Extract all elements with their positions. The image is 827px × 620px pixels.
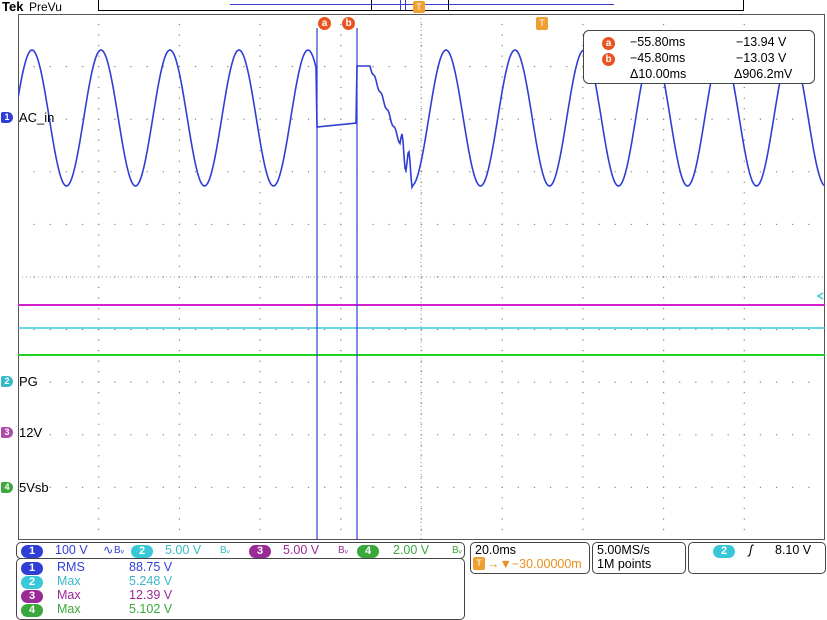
ch2-scale-chip[interactable]: 2 (131, 545, 153, 558)
cursor-a-time: −55.80ms (630, 35, 686, 49)
ch3-marker-icon[interactable]: 3 (1, 427, 13, 438)
measurements-panel[interactable]: 1 RMS 88.75 V 2 Max 5.248 V 3 Max 12.39 … (16, 558, 465, 620)
meas2-name: Max (57, 574, 81, 588)
trigger-level: 8.10 V (775, 543, 812, 557)
readout-cursor-b-badge: b (602, 53, 615, 66)
ch1-scale-value: 100 V (55, 543, 88, 557)
ch1-scale-chip[interactable]: 1 (21, 545, 43, 558)
ch1-coupling-icon: ∿ (103, 543, 114, 557)
record-cursor-b (405, 0, 406, 10)
meas4-value: 5.102 V (129, 602, 173, 616)
record-trigger-icon: T (413, 1, 425, 13)
top-bar: Tek PreVu T (0, 0, 827, 14)
ch1-bw-limit-icon: Bᵥ (114, 545, 124, 556)
meas1-name: RMS (57, 560, 85, 574)
timebase-trigger-icon: T (473, 557, 485, 570)
acquisition-mode: PreVu (29, 0, 62, 14)
cursor-b-time: −45.80ms (630, 51, 686, 65)
trigger-position-icon[interactable]: T (536, 17, 548, 30)
meas2-value: 5.248 V (129, 574, 173, 588)
time-per-div: 20.0ms (475, 543, 516, 557)
ch4-scale-value: 2.00 V (393, 543, 430, 557)
record-cursor-a (400, 0, 401, 10)
timebase-panel[interactable]: 20.0ms T →▼−30.00000m (470, 542, 590, 574)
cursor-delta-time: Δ10.00ms (630, 67, 687, 81)
ch2-scale-value: 5.00 V (165, 543, 202, 557)
graticule-grid (18, 14, 825, 540)
cursor-b-badge[interactable]: b (342, 17, 355, 30)
ch3-bw-limit-icon: Bᵥ (338, 545, 348, 556)
ch4-label: 5Vsb (19, 480, 49, 495)
cursor-a-badge[interactable]: a (318, 17, 331, 30)
acquisition-panel[interactable]: 5.00MS/s 1M points (592, 542, 686, 574)
ch4-bw-limit-icon: Bᵥ (452, 545, 462, 556)
ch3-label: 12V (19, 425, 43, 440)
record-view-window[interactable] (371, 0, 449, 11)
sample-rate: 5.00MS/s (597, 543, 650, 557)
ch2-label: PG (19, 374, 38, 389)
brand-logo: Tek (2, 0, 24, 14)
ch1-label: AC_in (19, 110, 55, 125)
record-length: 1M points (597, 557, 652, 571)
cursor-a-volt: −13.94 V (736, 35, 787, 49)
meas4-name: Max (57, 602, 81, 616)
meas3-name: Max (57, 588, 81, 602)
ch3-scale-chip[interactable]: 3 (249, 545, 271, 558)
readout-cursor-a-badge: a (602, 37, 615, 50)
meas4-chip: 4 (21, 604, 43, 617)
ch2-trigger-level-icon (816, 292, 824, 300)
meas3-value: 12.39 V (129, 588, 173, 602)
ch4-scale-chip[interactable]: 4 (357, 545, 379, 558)
trigger-source-chip: 2 (713, 545, 735, 558)
ch2-marker-icon[interactable]: 2 (1, 376, 13, 387)
cursor-delta-volt: Δ906.2mV (734, 67, 793, 81)
cursor-readout: a −55.80ms −13.94 V b −45.80ms −13.03 V … (583, 30, 815, 84)
meas1-value: 88.75 V (129, 560, 173, 574)
trigger-slope-icon: ʃ (749, 543, 753, 557)
trigger-panel[interactable]: 2 ʃ 8.10 V (688, 542, 826, 574)
cursor-b-volt: −13.03 V (736, 51, 787, 65)
horizontal-position: →▼−30.00000m (487, 557, 582, 571)
ch2-bw-limit-icon: Bᵥ (220, 545, 230, 556)
ch4-marker-icon[interactable]: 4 (1, 482, 13, 493)
vertical-scale-bar[interactable]: 1 100 V ∿ Bᵥ 2 5.00 V Bᵥ 3 5.00 V Bᵥ 4 2… (16, 542, 465, 559)
waveform-graticule[interactable] (18, 14, 825, 540)
ch3-scale-value: 5.00 V (283, 543, 320, 557)
ch1-marker-icon[interactable]: 1 (1, 112, 13, 123)
